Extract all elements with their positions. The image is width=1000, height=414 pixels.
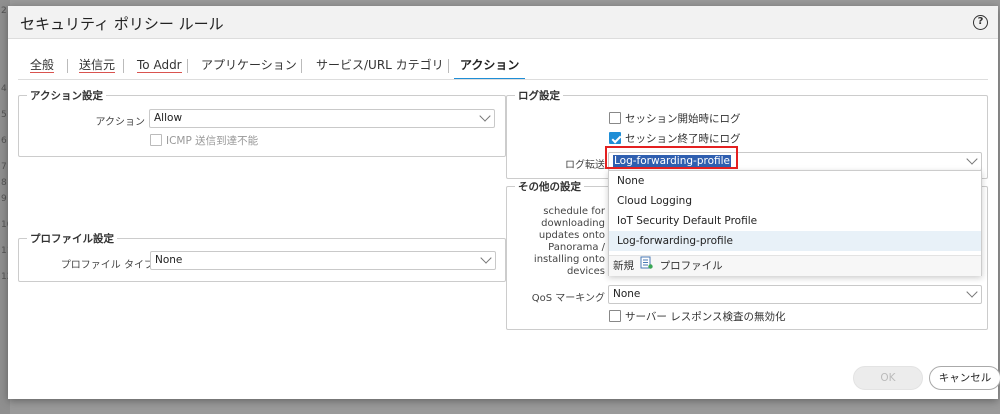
new-profile-row[interactable]: 新規 プロファイル — [609, 255, 981, 276]
tab-divider — [301, 59, 302, 73]
row-number: 2 — [1, 6, 7, 16]
log-settings-legend: ログ設定 — [515, 88, 563, 103]
profile-type-label: プロファイル タイプ — [60, 260, 154, 271]
dropdown-option[interactable]: IoT Security Default Profile — [609, 211, 981, 231]
tab-underline — [18, 79, 988, 80]
action-select[interactable]: Allow — [149, 109, 495, 128]
dropdown-option-highlighted[interactable]: Log-forwarding-profile — [609, 231, 981, 251]
log-at-session-start-label: セッション開始時にログ — [625, 113, 741, 125]
cancel-button[interactable]: キャンセル — [929, 366, 1000, 390]
other-settings-legend: その他の設定 — [515, 179, 584, 194]
qos-marking-value: None — [613, 288, 641, 300]
tab-actions[interactable]: アクション — [454, 56, 526, 80]
row-number: 4 — [1, 84, 7, 94]
dialog-title: セキュリティ ポリシー ルール — [20, 15, 224, 33]
chevron-down-icon — [480, 252, 492, 264]
dialog-titlebar: セキュリティ ポリシー ルール ? — [8, 6, 998, 39]
disable-server-response-checkbox[interactable] — [609, 310, 621, 322]
row-number: 5 — [1, 110, 7, 120]
qos-marking-select[interactable]: None — [608, 285, 982, 304]
chevron-down-icon — [966, 153, 978, 165]
action-settings-group: アクション設定 アクション Allow ICMP 送信到達不能 — [18, 88, 506, 157]
new-profile-label: プロファイル — [659, 260, 723, 272]
log-at-session-end-checkbox[interactable] — [609, 132, 621, 144]
tab-source[interactable]: 送信元 — [73, 56, 121, 80]
dropdown-option[interactable]: Cloud Logging — [609, 191, 981, 211]
tab-divider — [123, 59, 124, 73]
dropdown-option[interactable]: None — [609, 171, 981, 191]
chevron-down-icon — [479, 110, 491, 122]
row-number: 9 — [1, 194, 7, 204]
tab-general[interactable]: 全般 — [24, 56, 60, 80]
chevron-down-icon — [966, 286, 978, 298]
tab-divider — [448, 59, 449, 73]
row-number: 6 — [1, 136, 7, 146]
log-at-session-end-label: セッション終了時にログ — [625, 133, 741, 145]
log-settings-group: ログ設定 セッション開始時にログ セッション終了時にログ ログ転送 Log-fo… — [506, 88, 988, 179]
qos-marking-label: QoS マーキング — [531, 293, 605, 304]
profile-settings-legend: プロファイル設定 — [27, 231, 117, 246]
log-forwarding-dropdown-list: None Cloud Logging IoT Security Default … — [608, 170, 982, 276]
help-icon[interactable]: ? — [973, 15, 988, 30]
profile-type-select[interactable]: None — [150, 251, 496, 270]
ok-button[interactable]: OK — [853, 366, 923, 390]
log-forwarding-label: ログ転送 — [565, 160, 605, 171]
disable-server-response-label: サーバー レスポンス検査の無効化 — [625, 311, 786, 323]
action-value: Allow — [154, 112, 183, 124]
profile-icon — [640, 256, 654, 276]
tab-divider — [187, 59, 188, 73]
log-at-session-start-checkbox[interactable] — [609, 112, 621, 124]
tab-to-addr[interactable]: To Addr — [131, 56, 188, 80]
new-label: 新規 — [613, 260, 634, 272]
row-number: 7 — [1, 162, 7, 172]
profile-type-value: None — [155, 254, 183, 266]
icmp-unreachable-label: ICMP 送信到達不能 — [166, 135, 259, 147]
row-number: 8 — [1, 178, 7, 188]
action-label: アクション — [95, 117, 146, 128]
tab-divider — [67, 59, 68, 73]
tab-service-url-category[interactable]: サービス/URL カテゴリ — [310, 56, 450, 80]
action-settings-legend: アクション設定 — [27, 88, 106, 103]
annotation-callout-box — [605, 146, 738, 169]
schedule-label: schedule for downloading updates onto Pa… — [533, 206, 605, 277]
profile-settings-group: プロファイル設定 プロファイル タイプ None — [18, 231, 506, 282]
icmp-unreachable-checkbox[interactable] — [150, 134, 162, 146]
tab-application[interactable]: アプリケーション — [195, 56, 303, 80]
